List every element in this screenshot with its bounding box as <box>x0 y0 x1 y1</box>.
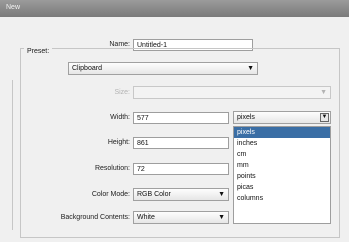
width-unit-select[interactable]: pixels ▼ <box>233 111 331 124</box>
unit-option-inches[interactable]: inches <box>234 138 330 149</box>
color-mode-label: Color Mode: <box>91 191 130 198</box>
unit-option-columns[interactable]: columns <box>234 193 330 204</box>
window-title: New <box>6 4 21 11</box>
background-contents-select[interactable]: White ▼ <box>133 211 229 224</box>
unit-option-cm[interactable]: cm <box>234 149 330 160</box>
name-label: Name: <box>109 41 130 48</box>
background-contents-value: White <box>137 214 155 221</box>
resolution-field[interactable]: 72 <box>133 163 229 175</box>
size-select[interactable]: ▼ <box>133 86 331 99</box>
size-label: Size: <box>114 89 130 96</box>
unit-option-mm[interactable]: mm <box>234 160 330 171</box>
unit-dropdown-list: pixels inches cm mm points picas columns <box>233 126 331 224</box>
unit-option-points[interactable]: points <box>234 171 330 182</box>
chevron-down-icon: ▼ <box>218 191 225 198</box>
width-unit-value: pixels <box>237 114 255 121</box>
unit-option-picas[interactable]: picas <box>234 182 330 193</box>
width-label: Width: <box>110 114 130 121</box>
preset-select-value: Clipboard <box>72 65 102 72</box>
chevron-down-icon: ▼ <box>247 65 254 72</box>
color-mode-select[interactable]: RGB Color ▼ <box>133 188 229 201</box>
preset-label: Preset: <box>24 48 53 55</box>
window-titlebar: New <box>0 0 349 17</box>
chevron-down-icon: ▼ <box>218 214 225 221</box>
height-label: Height: <box>107 139 130 146</box>
chevron-down-icon: ▼ <box>320 89 327 96</box>
chevron-down-icon[interactable]: ▼ <box>320 113 329 122</box>
color-mode-value: RGB Color <box>137 191 171 198</box>
resolution-label: Resolution: <box>94 165 130 172</box>
divider <box>12 80 13 230</box>
width-field[interactable]: 577 <box>133 112 229 124</box>
preset-select[interactable]: Clipboard ▼ <box>68 62 258 75</box>
height-field[interactable]: 861 <box>133 137 229 149</box>
unit-option-pixels[interactable]: pixels <box>234 127 330 138</box>
background-contents-label: Background Contents: <box>60 214 130 221</box>
